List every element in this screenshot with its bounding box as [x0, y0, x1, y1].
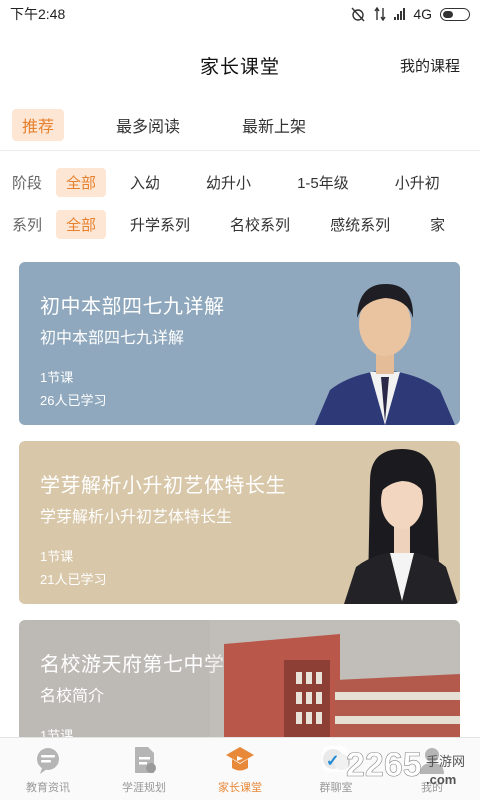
stage-option-all[interactable]: 全部	[56, 167, 107, 197]
tab-label: 学涯规划	[122, 782, 166, 794]
course-title: 学芽解析小升初艺体特长生	[40, 475, 286, 497]
signal-icon	[394, 8, 406, 20]
teacher-photo	[344, 449, 458, 604]
tab-parent-classroom[interactable]: 家长课堂	[192, 738, 288, 800]
teacher-photo	[315, 284, 455, 425]
tab-education-news[interactable]: 教育资讯	[0, 738, 96, 800]
tab-label: 教育资讯	[26, 782, 70, 794]
course-learner-count: 21人已学习	[40, 572, 107, 587]
my-courses-link[interactable]: 我的课程	[400, 55, 460, 76]
tab-recommended[interactable]: 推荐	[12, 109, 65, 141]
tab-most-read[interactable]: 最多阅读	[106, 109, 190, 141]
watermark-suffix: 手游网	[426, 755, 465, 770]
course-card[interactable]: 初中本部四七九详解 初中本部四七九详解 1节课 26人已学习	[19, 262, 460, 425]
alarm-off-icon	[351, 7, 365, 22]
course-subtitle: 学芽解析小升初艺体特长生	[40, 509, 233, 526]
course-lesson-count: 1节课	[40, 370, 74, 385]
chat-icon	[37, 748, 59, 774]
status-bar: 下午2:48 4G	[0, 0, 480, 28]
course-card[interactable]: 学芽解析小升初艺体特长生 学芽解析小升初艺体特长生 1节课 21人已学习	[19, 441, 460, 604]
stage-option-kindergarten[interactable]: 入幼	[120, 168, 170, 197]
series-option-family[interactable]: 家	[420, 210, 455, 239]
course-lesson-count: 1节课	[40, 549, 74, 564]
stage-filter: 阶段 全部 入幼 幼升小 1-5年级 小升初	[0, 166, 480, 198]
tab-newest[interactable]: 最新上架	[232, 109, 316, 141]
course-learner-count: 26人已学习	[40, 393, 107, 408]
status-icons: 4G	[350, 6, 470, 22]
page-title: 家长课堂	[199, 56, 280, 78]
course-title: 名校游天府第七中学	[40, 654, 225, 676]
series-option-all[interactable]: 全部	[56, 209, 107, 239]
stage-option-primary-entry[interactable]: 幼升小	[196, 168, 261, 197]
series-filter-label: 系列	[12, 216, 43, 234]
tab-study-planning[interactable]: 学涯规划	[96, 738, 192, 800]
series-option-famous-school[interactable]: 名校系列	[220, 210, 300, 239]
course-subtitle: 名校简介	[40, 688, 105, 705]
svg-text:✓: ✓	[326, 753, 339, 770]
watermark-brand: 2265	[346, 746, 422, 784]
series-option-sensory[interactable]: 感统系列	[320, 210, 400, 239]
sort-tabs: 推荐 最多阅读 最新上架	[0, 108, 480, 142]
document-icon	[135, 747, 156, 773]
status-time: 下午2:48	[10, 6, 66, 22]
data-transfer-icon	[374, 7, 386, 21]
stage-option-grade-1-5[interactable]: 1-5年级	[287, 168, 359, 197]
graduation-cap-icon	[226, 747, 254, 771]
course-title: 初中本部四七九详解	[40, 296, 225, 318]
watermark-domain: .com	[426, 772, 456, 787]
series-filter: 系列 全部 升学系列 名校系列 感统系列 家	[0, 208, 480, 240]
battery-icon	[440, 7, 470, 21]
site-watermark: ✓ 2265 手游网 .com	[322, 746, 465, 787]
network-type: 4G	[413, 6, 432, 22]
course-list: 初中本部四七九详解 初中本部四七九详解 1节课 26人已学习 学芽解析小升初艺体…	[19, 262, 460, 776]
stage-option-middle-entry[interactable]: 小升初	[385, 168, 450, 197]
tab-label: 家长课堂	[218, 782, 262, 794]
stage-filter-label: 阶段	[12, 174, 43, 192]
divider	[0, 150, 480, 151]
course-subtitle: 初中本部四七九详解	[40, 330, 185, 347]
series-option-admission[interactable]: 升学系列	[120, 210, 200, 239]
app-header: 家长课堂 我的课程	[0, 40, 480, 90]
